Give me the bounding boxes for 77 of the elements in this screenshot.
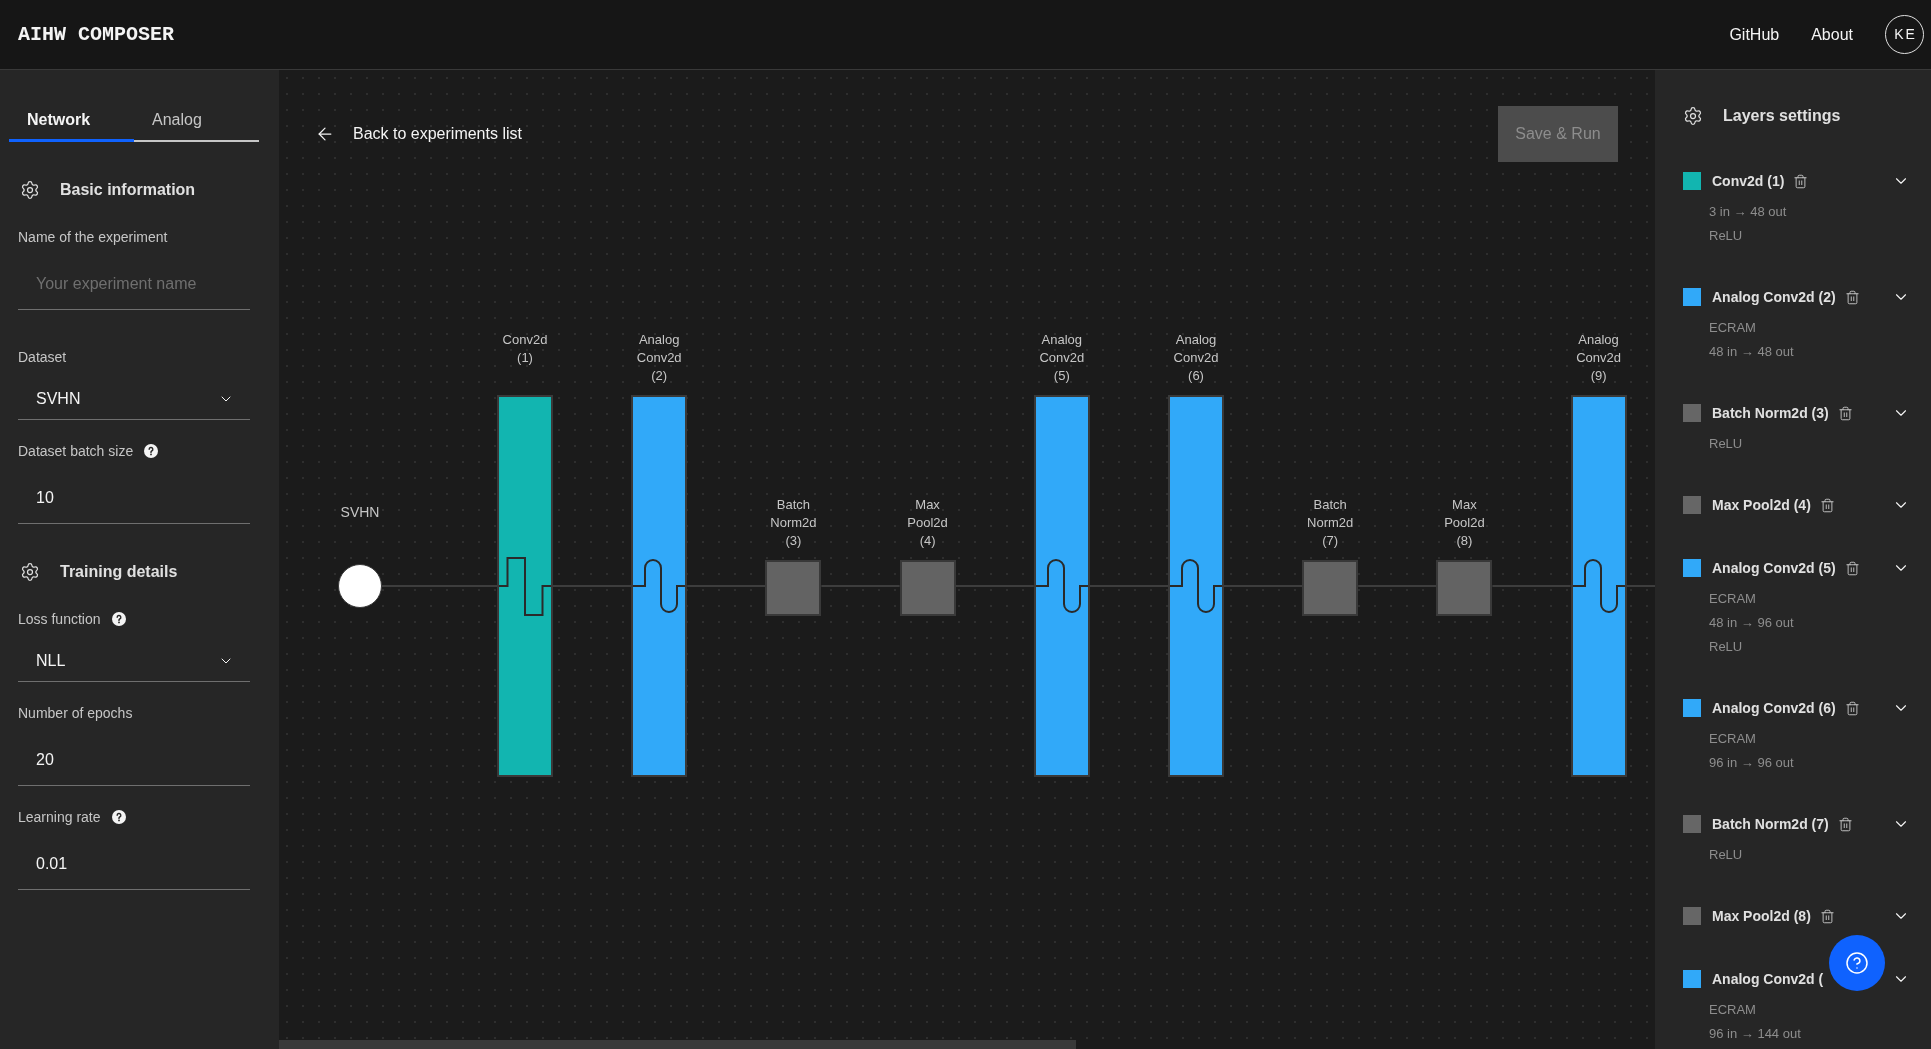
node-label: Batch Norm2d (3) bbox=[770, 496, 817, 550]
rounded-wave-icon bbox=[633, 559, 686, 613]
nav-link[interactable]: GitHub bbox=[1729, 22, 1780, 47]
trash-icon[interactable] bbox=[1819, 497, 1835, 513]
connector-line bbox=[1625, 585, 1655, 587]
help-icon[interactable] bbox=[111, 612, 126, 626]
app-title: AIHW COMPOSER bbox=[18, 21, 175, 48]
section-title: Training details bbox=[60, 562, 178, 582]
layer-title: Analog Conv2d (6) bbox=[1712, 698, 1836, 718]
section-title: Basic information bbox=[60, 180, 196, 200]
layer-title: Analog Conv2d ( bbox=[1712, 969, 1824, 989]
help-icon[interactable] bbox=[111, 810, 126, 824]
layer-title: Analog Conv2d (5) bbox=[1712, 558, 1836, 578]
node-label: Batch Norm2d (7) bbox=[1307, 496, 1354, 550]
back-link[interactable]: Back to experiments list bbox=[315, 122, 522, 146]
trash-icon[interactable] bbox=[1819, 908, 1835, 924]
text-input[interactable]: Your experiment name bbox=[18, 258, 250, 310]
layer-title: Max Pool2d (8) bbox=[1712, 906, 1811, 926]
layer-title: Batch Norm2d (7) bbox=[1712, 814, 1829, 834]
layer-detail: 96 in → 144 out bbox=[1709, 1025, 1802, 1043]
settings-icon bbox=[20, 562, 40, 582]
layer-detail: ReLU bbox=[1709, 227, 1744, 245]
text-input[interactable]: 10 bbox=[18, 472, 250, 524]
layer-detail: ECRAM bbox=[1709, 590, 1757, 608]
node-label: Max Pool2d (8) bbox=[1444, 496, 1485, 550]
layer-detail: ECRAM bbox=[1709, 1001, 1757, 1019]
select-field[interactable]: NLL bbox=[18, 640, 250, 682]
trash-icon[interactable] bbox=[1837, 816, 1853, 832]
node-label: Analog Conv2d (9) bbox=[1576, 331, 1621, 385]
help-icon bbox=[1845, 951, 1869, 975]
layer-detail: ECRAM bbox=[1709, 319, 1757, 337]
layer-title: Max Pool2d (4) bbox=[1712, 495, 1811, 515]
layer-detail: 48 in → 48 out bbox=[1709, 343, 1795, 361]
layer-detail: 48 in → 96 out bbox=[1709, 614, 1795, 632]
rounded-wave-icon bbox=[1170, 559, 1222, 613]
node-label: Max Pool2d (4) bbox=[907, 496, 948, 550]
nav-link[interactable]: About bbox=[1811, 22, 1853, 47]
input-node bbox=[338, 564, 382, 608]
node-label: Analog Conv2d (6) bbox=[1173, 331, 1219, 385]
field-label: Name of the experiment bbox=[18, 228, 168, 246]
settings-icon bbox=[1683, 106, 1703, 126]
help-button[interactable] bbox=[1829, 935, 1885, 991]
layer-title: Batch Norm2d (3) bbox=[1712, 403, 1829, 423]
scrollbar-thumb[interactable] bbox=[279, 1040, 1076, 1049]
node-label: Conv2d (1) bbox=[502, 331, 548, 367]
layer-title: Conv2d (1) bbox=[1712, 171, 1785, 191]
node-label: Analog Conv2d (5) bbox=[1039, 331, 1085, 385]
field-label: Dataset batch size bbox=[18, 442, 134, 460]
field-label: Dataset bbox=[18, 348, 67, 366]
settings-icon bbox=[20, 180, 40, 200]
field-label: Loss function bbox=[18, 610, 101, 628]
layer-detail: ReLU bbox=[1709, 435, 1744, 453]
layer-detail: ReLU bbox=[1709, 638, 1744, 656]
help-icon[interactable] bbox=[144, 444, 159, 458]
trash-icon[interactable] bbox=[1837, 405, 1853, 421]
text-input[interactable]: 0.01 bbox=[18, 838, 250, 890]
field-label: Number of epochs bbox=[18, 704, 133, 722]
layer-title: Analog Conv2d (2) bbox=[1712, 287, 1836, 307]
square-wave-icon bbox=[499, 557, 551, 616]
layer-detail: ReLU bbox=[1709, 846, 1744, 864]
input-label: SVHN bbox=[340, 503, 380, 521]
panel-title: Layers settings bbox=[1723, 106, 1841, 126]
tab[interactable]: Analog bbox=[134, 100, 259, 142]
rounded-wave-icon bbox=[1572, 559, 1625, 613]
layer-detail: 3 in → 48 out bbox=[1709, 203, 1788, 221]
trash-icon[interactable] bbox=[1844, 289, 1860, 305]
text-input[interactable]: 20 bbox=[18, 734, 250, 786]
tab[interactable]: Network bbox=[9, 100, 134, 142]
rounded-wave-icon bbox=[1035, 559, 1088, 613]
field-label: Learning rate bbox=[18, 808, 101, 826]
trash-icon[interactable] bbox=[1793, 173, 1809, 189]
trash-icon[interactable] bbox=[1844, 560, 1860, 576]
trash-icon[interactable] bbox=[1844, 700, 1860, 716]
layer-detail: ECRAM bbox=[1709, 730, 1757, 748]
select-field[interactable]: SVHN bbox=[18, 378, 250, 420]
node-label: Analog Conv2d (2) bbox=[636, 331, 682, 385]
layer-detail: 96 in → 96 out bbox=[1709, 754, 1795, 772]
